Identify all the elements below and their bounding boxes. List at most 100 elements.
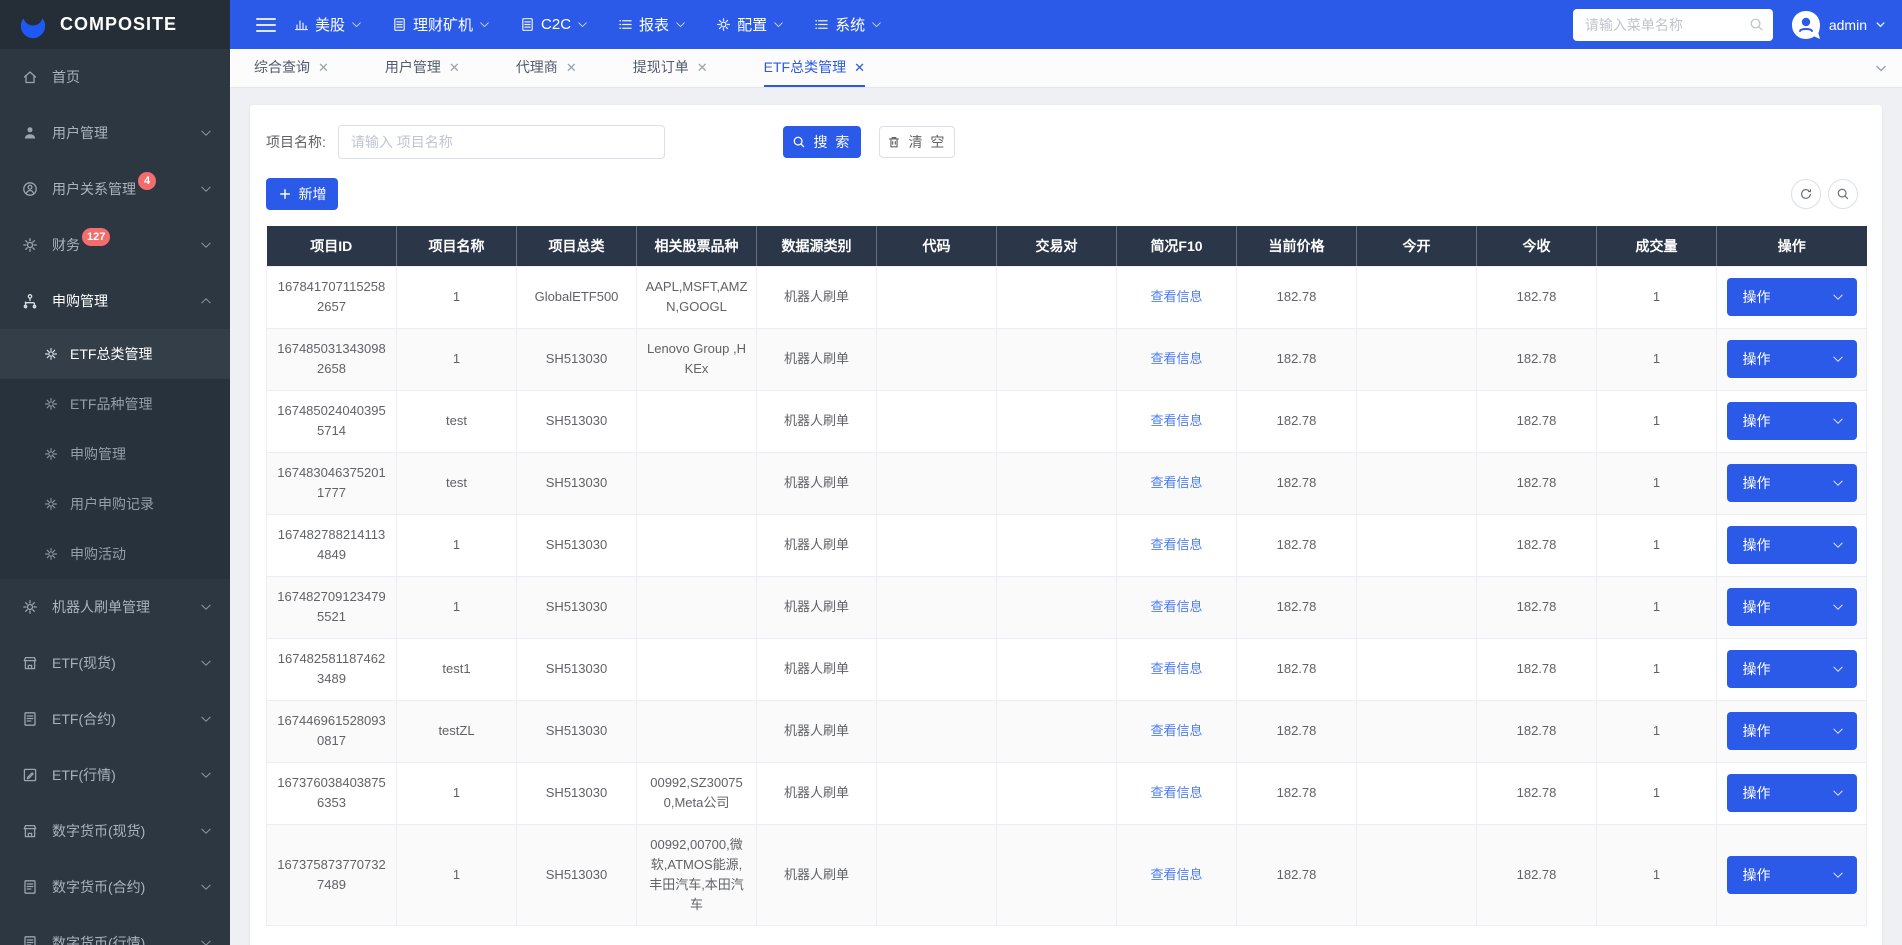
sidebar-item-10[interactable]: 数字货币(合约)	[0, 859, 230, 915]
action-row: 新增	[266, 178, 1866, 210]
view-info-link[interactable]: 查看信息	[1150, 723, 1202, 738]
cell-project-category: SH513030	[517, 824, 637, 925]
sidebar-menu: 首页用户管理用户关系管理4财务127申购管理ETF总类管理ETF品种管理申购管理…	[0, 49, 230, 945]
clear-button[interactable]: 清 空	[879, 126, 955, 158]
cell-project-name: 1	[397, 576, 517, 638]
top-menu-item-1[interactable]: 理财矿机	[392, 14, 490, 35]
cell-data-source: 机器人刷单	[757, 266, 877, 328]
sidebar-item-8[interactable]: ETF(行情)	[0, 747, 230, 803]
view-info-link[interactable]: 查看信息	[1150, 413, 1202, 428]
cell-close: 182.78	[1477, 514, 1597, 576]
avatar	[1791, 10, 1821, 40]
cell-f10: 查看信息	[1117, 328, 1237, 390]
view-info-link[interactable]: 查看信息	[1150, 475, 1202, 490]
sidebar-item-6[interactable]: ETF(现货)	[0, 635, 230, 691]
hamburger-menu-icon[interactable]	[256, 18, 276, 32]
cell-close: 182.78	[1477, 700, 1597, 762]
sidebar-item-11[interactable]: 数字货币(行情)	[0, 915, 230, 945]
cell-code	[877, 638, 997, 700]
menu-search	[1573, 9, 1773, 41]
chevron-down-icon	[200, 937, 212, 945]
project-name-input[interactable]	[338, 125, 665, 159]
gear-icon	[44, 497, 58, 511]
row-action-button[interactable]: 操作	[1727, 526, 1857, 564]
view-info-link[interactable]: 查看信息	[1150, 599, 1202, 614]
brand-logo-area[interactable]: COMPOSITE	[0, 0, 230, 49]
top-menu-item-0[interactable]: 美股	[294, 14, 362, 35]
cell-f10: 查看信息	[1117, 824, 1237, 925]
cell-current-price: 182.78	[1237, 514, 1357, 576]
top-menu-item-3[interactable]: 报表	[618, 14, 686, 35]
cell-action: 操作	[1717, 328, 1867, 390]
add-button[interactable]: 新增	[266, 178, 338, 210]
tab-close-icon[interactable]: ✕	[318, 61, 329, 74]
tab-4[interactable]: ETF总类管理✕	[764, 49, 865, 87]
sidebar-item-2[interactable]: 用户关系管理4	[0, 161, 230, 217]
tab-close-icon[interactable]: ✕	[697, 61, 708, 74]
row-action-button[interactable]: 操作	[1727, 340, 1857, 378]
tab-label: 代理商	[516, 57, 558, 77]
submenu-item-3[interactable]: 用户申购记录	[0, 479, 230, 529]
sidebar-item-label: 机器人刷单管理	[52, 597, 150, 617]
submenu-item-label: ETF总类管理	[70, 344, 152, 364]
top-menu-item-5[interactable]: 系统	[814, 14, 882, 35]
user-menu[interactable]: admin	[1791, 10, 1886, 40]
menu-search-input[interactable]	[1573, 9, 1773, 41]
tab-0[interactable]: 综合查询✕	[254, 49, 329, 87]
cell-trade-pair	[997, 266, 1117, 328]
submenu-item-4[interactable]: 申购活动	[0, 529, 230, 579]
sidebar-item-7[interactable]: ETF(合约)	[0, 691, 230, 747]
tab-close-icon[interactable]: ✕	[449, 61, 460, 74]
row-action-button[interactable]: 操作	[1727, 278, 1857, 316]
gear-icon	[22, 599, 38, 615]
tabbar-chevron-down-icon[interactable]	[1874, 61, 1888, 75]
table-row: 1674830463752011777testSH513030机器人刷单查看信息…	[267, 452, 1867, 514]
count-badge: 4	[138, 172, 156, 190]
sql-doc-icon	[22, 879, 38, 895]
submenu-item-label: 申购管理	[70, 444, 126, 464]
row-action-button[interactable]: 操作	[1727, 712, 1857, 750]
tab-3[interactable]: 提现订单✕	[633, 49, 708, 87]
refresh-button[interactable]	[1791, 179, 1821, 209]
tab-close-icon[interactable]: ✕	[854, 61, 865, 74]
top-menu-item-2[interactable]: C2C	[520, 16, 588, 33]
tab-2[interactable]: 代理商 ✕	[516, 49, 577, 87]
search-button[interactable]: 搜 索	[783, 126, 861, 158]
tab-close-icon[interactable]: ✕	[566, 61, 577, 74]
sidebar-item-4[interactable]: 申购管理	[0, 273, 230, 329]
cell-code	[877, 700, 997, 762]
view-info-link[interactable]: 查看信息	[1150, 661, 1202, 676]
view-info-link[interactable]: 查看信息	[1150, 785, 1202, 800]
cell-project-id: 1674825811874623489	[267, 638, 397, 700]
shop-icon	[22, 823, 38, 839]
column-search-button[interactable]	[1828, 179, 1858, 209]
view-info-link[interactable]: 查看信息	[1150, 537, 1202, 552]
table-row: 16737603840387563531SH51303000992,SZ3007…	[267, 762, 1867, 824]
row-action-button[interactable]: 操作	[1727, 464, 1857, 502]
cell-trade-pair	[997, 824, 1117, 925]
tab-1[interactable]: 用户管理✕	[385, 49, 460, 87]
chevron-down-icon	[1832, 601, 1844, 613]
view-info-link[interactable]: 查看信息	[1150, 289, 1202, 304]
sidebar-item-1[interactable]: 用户管理	[0, 105, 230, 161]
top-menu-label: 美股	[315, 14, 345, 35]
table-row: 1674469615280930817testZLSH513030机器人刷单查看…	[267, 700, 1867, 762]
row-action-button[interactable]: 操作	[1727, 856, 1857, 894]
top-menu-item-4[interactable]: 配置	[716, 14, 784, 35]
submenu-item-2[interactable]: 申购管理	[0, 429, 230, 479]
sidebar-item-5[interactable]: 机器人刷单管理	[0, 579, 230, 635]
sidebar-item-0[interactable]: 首页	[0, 49, 230, 105]
chevron-down-icon	[1832, 353, 1844, 365]
row-action-button[interactable]: 操作	[1727, 650, 1857, 688]
view-info-link[interactable]: 查看信息	[1150, 351, 1202, 366]
sidebar-item-3[interactable]: 财务127	[0, 217, 230, 273]
row-action-button[interactable]: 操作	[1727, 588, 1857, 626]
table-row: 16748278821411348491SH513030机器人刷单查看信息182…	[267, 514, 1867, 576]
row-action-button[interactable]: 操作	[1727, 774, 1857, 812]
row-action-button[interactable]: 操作	[1727, 402, 1857, 440]
sidebar-item-9[interactable]: 数字货币(现货)	[0, 803, 230, 859]
submenu-item-0[interactable]: ETF总类管理	[0, 329, 230, 379]
view-info-link[interactable]: 查看信息	[1150, 867, 1202, 882]
submenu-item-1[interactable]: ETF品种管理	[0, 379, 230, 429]
etf-table: 项目ID项目名称项目总类相关股票品种数据源类别代码交易对简况F10当前价格今开今…	[266, 226, 1867, 926]
